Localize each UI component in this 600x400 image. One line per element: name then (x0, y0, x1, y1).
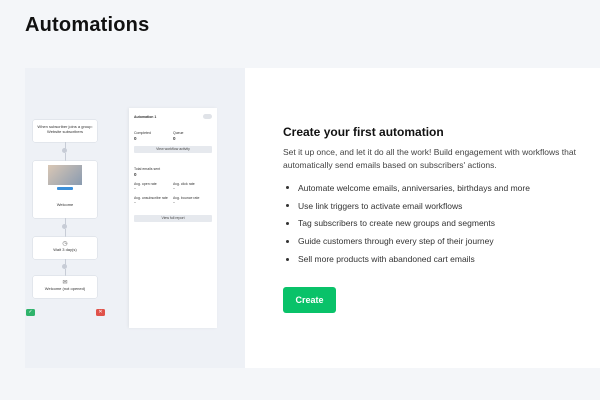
feature-item: Automate welcome emails, anniversaries, … (283, 179, 530, 197)
open-rate-value: – (134, 186, 136, 190)
empty-state-card: When subscriber joins a group: Website s… (25, 68, 600, 368)
email-thumbnail-button (57, 187, 73, 190)
confirm-icon: ✓ (26, 309, 35, 316)
bullet-icon (286, 204, 289, 208)
automation-stats-panel: Automation 1 Completed 0 Queue 0 View wo… (129, 108, 217, 328)
connector-line (64, 229, 65, 237)
total-emails-value: 0 (134, 172, 137, 177)
section-heading: Create your first automation (283, 125, 444, 139)
feature-item: Use link triggers to activate email work… (283, 197, 530, 215)
view-report-button: View full report (134, 215, 212, 222)
create-automation-button[interactable]: Create (283, 287, 336, 313)
view-activity-button: View workflow activity (134, 146, 212, 153)
workflow-preview-image: When subscriber joins a group: Website s… (25, 68, 245, 368)
page-title: Automations (25, 14, 150, 36)
cancel-icon: ✕ (96, 309, 105, 316)
queue-value: 0 (173, 136, 176, 141)
feature-item: Guide customers through every step of th… (283, 232, 530, 250)
delay-label: Wait 3 day(s) (53, 247, 77, 252)
toggle-switch (203, 114, 212, 119)
feature-text: Guide customers through every step of th… (298, 236, 494, 247)
bullet-icon (286, 239, 289, 243)
feature-item: Tag subscribers to create new groups and… (283, 215, 530, 233)
empty-state-content: Create your first automation Set it up o… (283, 68, 600, 368)
bullet-icon (286, 257, 289, 261)
email-node-label: Welcome (56, 202, 74, 207)
section-description: Set it up once, and let it do all the wo… (283, 147, 576, 170)
feature-list: Automate welcome emails, anniversaries, … (283, 179, 530, 268)
unsubscribe-rate-label: Avg. unsubscribe rate (134, 196, 168, 200)
delay-node: ◷ Wait 3 day(s) (33, 237, 97, 259)
bullet-icon (286, 221, 289, 225)
connector-line (64, 153, 65, 161)
click-rate-value: – (173, 186, 175, 190)
email-node-2: ✉ Welcome (not opened) (33, 276, 97, 298)
feature-item: Sell more products with abandoned cart e… (283, 250, 530, 268)
workflow-canvas: When subscriber joins a group: Website s… (25, 108, 129, 368)
unsubscribe-rate-value: – (134, 200, 136, 204)
trigger-node: When subscriber joins a group: Website s… (33, 120, 97, 142)
email-icon: ✉ (62, 280, 68, 286)
panel-title: Automation 1 (134, 114, 157, 119)
email-thumbnail-image (48, 165, 82, 185)
bounce-rate-value: – (173, 200, 175, 204)
queue-label: Queue (173, 131, 184, 135)
connector-line (64, 269, 65, 276)
clock-icon: ◷ (62, 241, 68, 247)
feature-text: Use link triggers to activate email work… (298, 200, 463, 211)
feature-text: Automate welcome emails, anniversaries, … (298, 182, 530, 193)
feature-text: Tag subscribers to create new groups and… (298, 218, 496, 229)
bullet-icon (286, 186, 289, 190)
email-node: Welcome (33, 161, 97, 218)
completed-value: 0 (134, 136, 137, 141)
total-emails-label: Total emails sent (134, 167, 161, 171)
trigger-text: When subscriber joins a group: Website s… (37, 124, 93, 134)
email-node-2-label: Welcome (not opened) (44, 286, 86, 291)
feature-text: Sell more products with abandoned cart e… (298, 254, 475, 265)
completed-label: Completed (134, 131, 151, 135)
